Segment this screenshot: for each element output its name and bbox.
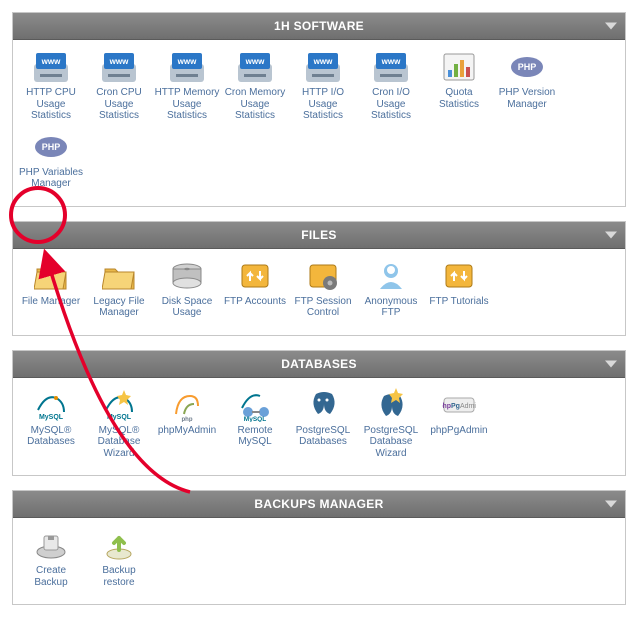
item-label: Anonymous FTP [358, 296, 424, 319]
ftp-gear-icon [290, 259, 356, 293]
http-memory-usage-stats[interactable]: HTTP Memory Usage Statistics [154, 50, 220, 122]
chevron-down-icon[interactable] [605, 231, 617, 238]
item-label: Remote MySQL [222, 425, 288, 448]
remote-mysql[interactable]: Remote MySQL [222, 388, 288, 460]
phpmyadmin[interactable]: phpMyAdmin [154, 388, 220, 460]
folder-icon [18, 259, 84, 293]
globe-icon [358, 50, 424, 84]
cron-cpu-usage-stats[interactable]: Cron CPU Usage Statistics [86, 50, 152, 122]
item-label: PHP Version Manager [494, 87, 560, 110]
chart-icon [426, 50, 492, 84]
item-label: FTP Tutorials [426, 296, 492, 308]
file-manager[interactable]: File Manager [18, 259, 84, 319]
ftp-tutorials[interactable]: FTP Tutorials [426, 259, 492, 319]
ppga-icon [426, 388, 492, 422]
item-label: Backup restore [86, 565, 152, 588]
panel-files: FILES File ManagerLegacy File ManagerDisk… [12, 221, 626, 336]
item-label: MySQL® Database Wizard [86, 425, 152, 460]
panel-backups-manager: BACKUPS MANAGER Create BackupBackup resto… [12, 490, 626, 605]
item-label: Cron Memory Usage Statistics [222, 87, 288, 122]
panel-1h-software: 1H SOFTWAREHTTP CPU Usage StatisticsCron… [12, 12, 626, 207]
panel-title: BACKUPS MANAGER [254, 497, 383, 511]
panel-header[interactable]: 1H SOFTWARE [13, 13, 625, 40]
item-label: PHP Variables Manager [18, 167, 84, 190]
item-label: Create Backup [18, 565, 84, 588]
panel-header[interactable]: FILES [13, 222, 625, 249]
mysql-remote-icon [222, 388, 288, 422]
mysql-databases[interactable]: MySQL® Databases [18, 388, 84, 460]
item-label: phpMyAdmin [154, 425, 220, 437]
folder-icon [86, 259, 152, 293]
panel-title: FILES [301, 228, 337, 242]
pg-icon [290, 388, 356, 422]
globe-icon [18, 50, 84, 84]
mysql-icon [18, 388, 84, 422]
panel-body: MySQL® DatabasesMySQL® Database Wizardph… [13, 378, 625, 476]
phppgadmin[interactable]: phpPgAdmin [426, 388, 492, 460]
php-variables-manager[interactable]: PHP Variables Manager [18, 130, 84, 190]
disk-space-usage[interactable]: Disk Space Usage [154, 259, 220, 319]
item-label: MySQL® Databases [18, 425, 84, 448]
ftp-icon [426, 259, 492, 293]
ftp-icon [222, 259, 288, 293]
postgresql-database-wizard[interactable]: PostgreSQL Database Wizard [358, 388, 424, 460]
item-label: HTTP CPU Usage Statistics [18, 87, 84, 122]
cron-io-usage-stats[interactable]: Cron I/O Usage Statistics [358, 50, 424, 122]
globe-icon [290, 50, 356, 84]
item-label: File Manager [18, 296, 84, 308]
item-label: PostgreSQL Databases [290, 425, 356, 448]
item-label: Legacy File Manager [86, 296, 152, 319]
cron-memory-usage-stats[interactable]: Cron Memory Usage Statistics [222, 50, 288, 122]
php-icon [494, 50, 560, 84]
http-io-usage-stats[interactable]: HTTP I/O Usage Statistics [290, 50, 356, 122]
panel-databases: DATABASES MySQL® DatabasesMySQL® Database… [12, 350, 626, 477]
php-version-manager[interactable]: PHP Version Manager [494, 50, 560, 122]
ftp-user-icon [358, 259, 424, 293]
item-label: Cron CPU Usage Statistics [86, 87, 152, 122]
backup-restore[interactable]: Backup restore [86, 528, 152, 588]
pg-wiz-icon [358, 388, 424, 422]
quota-statistics[interactable]: Quota Statistics [426, 50, 492, 122]
panel-body: HTTP CPU Usage StatisticsCron CPU Usage … [13, 40, 625, 206]
chevron-down-icon[interactable] [605, 501, 617, 508]
mysql-wiz-icon [86, 388, 152, 422]
item-label: HTTP Memory Usage Statistics [154, 87, 220, 122]
mysql-database-wizard[interactable]: MySQL® Database Wizard [86, 388, 152, 460]
ftp-accounts[interactable]: FTP Accounts [222, 259, 288, 319]
disk-icon [154, 259, 220, 293]
legacy-file-manager[interactable]: Legacy File Manager [86, 259, 152, 319]
globe-icon [86, 50, 152, 84]
item-label: HTTP I/O Usage Statistics [290, 87, 356, 122]
anonymous-ftp[interactable]: Anonymous FTP [358, 259, 424, 319]
globe-icon [222, 50, 288, 84]
chevron-down-icon[interactable] [605, 360, 617, 367]
http-cpu-usage-stats[interactable]: HTTP CPU Usage Statistics [18, 50, 84, 122]
item-label: phpPgAdmin [426, 425, 492, 437]
item-label: FTP Session Control [290, 296, 356, 319]
item-label: Disk Space Usage [154, 296, 220, 319]
item-label: PostgreSQL Database Wizard [358, 425, 424, 460]
backup-icon [18, 528, 84, 562]
item-label: Quota Statistics [426, 87, 492, 110]
item-label: Cron I/O Usage Statistics [358, 87, 424, 122]
panel-body: Create BackupBackup restore [13, 518, 625, 604]
create-backup[interactable]: Create Backup [18, 528, 84, 588]
panel-header[interactable]: DATABASES [13, 351, 625, 378]
chevron-down-icon[interactable] [605, 23, 617, 30]
php-icon [18, 130, 84, 164]
panel-body: File ManagerLegacy File ManagerDisk Spac… [13, 249, 625, 335]
ftp-session-control[interactable]: FTP Session Control [290, 259, 356, 319]
restore-icon [86, 528, 152, 562]
postgresql-databases[interactable]: PostgreSQL Databases [290, 388, 356, 460]
pma-icon [154, 388, 220, 422]
globe-icon [154, 50, 220, 84]
item-label: FTP Accounts [222, 296, 288, 308]
panel-title: 1H SOFTWARE [274, 19, 364, 33]
panel-title: DATABASES [281, 357, 357, 371]
